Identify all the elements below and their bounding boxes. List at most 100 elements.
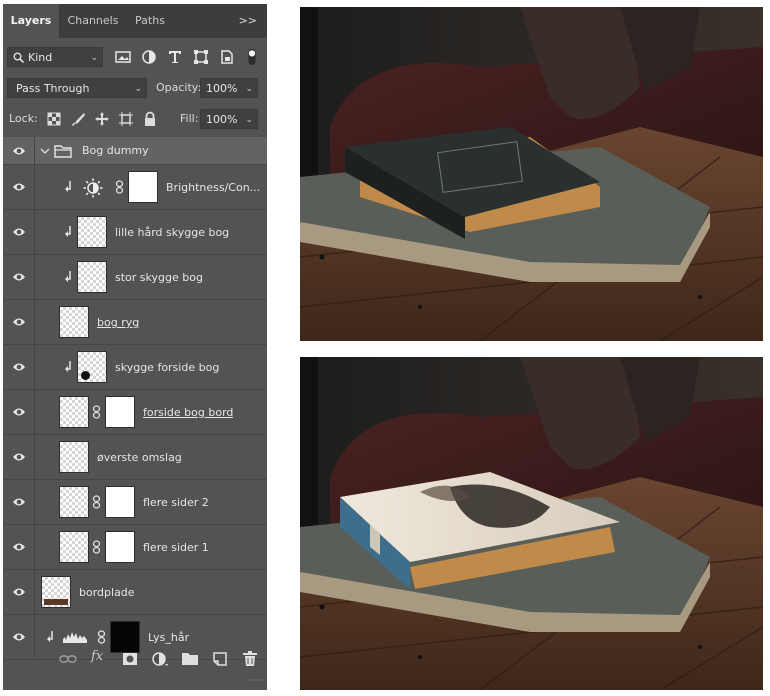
visibility-toggle[interactable]	[3, 255, 35, 299]
layers-bottom-toolbar: fx	[3, 644, 267, 674]
type-filter-icon[interactable]	[166, 48, 184, 66]
layer-thumbnail[interactable]	[77, 261, 107, 293]
eye-icon	[13, 273, 25, 281]
new-adjustment-icon[interactable]	[151, 651, 169, 667]
filter-kind-dropdown[interactable]: Kind ⌄	[7, 47, 103, 67]
eye-icon	[13, 183, 25, 191]
search-icon	[13, 52, 24, 63]
visibility-toggle[interactable]	[3, 435, 35, 479]
layer-name: flere sider 1	[143, 541, 209, 554]
clip-arrow-icon	[65, 226, 71, 237]
resize-grip[interactable]	[241, 677, 267, 683]
layer-overste-omslag[interactable]: øverste omslag	[3, 435, 267, 480]
visibility-toggle[interactable]	[3, 137, 35, 164]
tab-layers[interactable]: Layers	[3, 4, 59, 38]
layer-thumbnail[interactable]	[59, 531, 89, 563]
clip-arrow-icon	[65, 271, 71, 282]
delete-layer-icon[interactable]	[241, 651, 259, 667]
eye-icon	[13, 147, 25, 154]
panel-menu-button[interactable]: >>	[239, 4, 257, 38]
tab-paths[interactable]: Paths	[127, 4, 173, 38]
new-layer-icon[interactable]	[211, 651, 229, 667]
lock-all-icon[interactable]	[142, 111, 158, 127]
clip-arrow-icon	[65, 181, 71, 192]
lock-image-icon[interactable]	[70, 111, 86, 127]
visibility-toggle[interactable]	[3, 390, 35, 434]
layer-list: Bog dummy Brightness/Con... lille hård s…	[3, 137, 267, 660]
layer-thumbnail[interactable]	[77, 351, 107, 383]
link-layers-icon[interactable]	[59, 651, 77, 667]
smart-object-filter-icon[interactable]	[218, 48, 236, 66]
mask-thumbnail[interactable]	[128, 171, 158, 203]
layer-bordplade[interactable]: bordplade	[3, 570, 267, 615]
link-icon[interactable]	[97, 630, 106, 644]
layer-name: skygge forside bog	[115, 361, 220, 374]
opacity-label: Opacity:	[156, 81, 202, 94]
layer-thumbnail[interactable]	[59, 486, 89, 518]
chevron-down-icon: ⌄	[90, 53, 98, 63]
layer-group-bog-dummy[interactable]: Bog dummy	[3, 137, 267, 165]
mask-thumbnail[interactable]	[105, 531, 135, 563]
link-icon[interactable]	[115, 180, 124, 194]
layer-thumbnail[interactable]	[59, 306, 89, 338]
lock-label: Lock:	[9, 112, 38, 125]
layer-flere-sider-2[interactable]: flere sider 2	[3, 480, 267, 525]
eye-icon	[13, 318, 25, 326]
lock-position-icon[interactable]	[94, 111, 110, 127]
image-filter-icon[interactable]	[114, 48, 132, 66]
visibility-toggle[interactable]	[3, 300, 35, 344]
layer-name: Bog dummy	[82, 144, 149, 157]
layer-name: lille hård skygge bog	[115, 226, 230, 239]
fx-icon[interactable]: fx	[91, 649, 103, 664]
layer-name: stor skygge bog	[115, 271, 203, 284]
visibility-toggle[interactable]	[3, 345, 35, 389]
lock-row: Lock: Fill: 100% ⌄	[3, 108, 267, 132]
mask-thumbnail[interactable]	[105, 486, 135, 518]
mask-thumbnail[interactable]	[105, 396, 135, 428]
lock-artboard-icon[interactable]	[118, 111, 134, 127]
photo-before	[300, 7, 763, 341]
chevron-down-icon[interactable]	[40, 146, 50, 156]
layer-forside-bog-bord[interactable]: forside bog bord	[3, 390, 267, 435]
chevron-down-icon: ⌄	[245, 115, 253, 125]
lock-transparent-icon[interactable]	[46, 111, 62, 127]
filter-row: Kind ⌄	[3, 44, 267, 70]
layer-name: bordplade	[79, 586, 135, 599]
eye-icon	[13, 498, 25, 506]
tab-channels[interactable]: Channels	[59, 4, 127, 38]
link-icon[interactable]	[92, 405, 101, 419]
adjustment-filter-icon[interactable]	[140, 48, 158, 66]
layer-stor-skygge-bog[interactable]: stor skygge bog	[3, 255, 267, 300]
shape-filter-icon[interactable]	[192, 48, 210, 66]
visibility-toggle[interactable]	[3, 210, 35, 254]
layer-name: øverste omslag	[97, 451, 182, 464]
visibility-toggle[interactable]	[3, 165, 35, 209]
layer-name: Brightness/Con...	[166, 181, 261, 194]
link-icon[interactable]	[92, 495, 101, 509]
layer-lille-hard-skygge-bog[interactable]: lille hård skygge bog	[3, 210, 267, 255]
panel-tabs: Layers Channels Paths >>	[3, 4, 267, 38]
layer-thumbnail[interactable]	[59, 396, 89, 428]
book-on-table-after-image	[300, 357, 763, 690]
link-icon[interactable]	[92, 540, 101, 554]
new-group-icon[interactable]	[181, 651, 199, 667]
layer-thumbnail[interactable]	[41, 576, 71, 608]
clip-arrow-icon	[65, 361, 71, 372]
layer-flere-sider-1[interactable]: flere sider 1	[3, 525, 267, 570]
visibility-toggle[interactable]	[3, 570, 35, 614]
layer-name: flere sider 2	[143, 496, 209, 509]
filter-toggle-icon[interactable]	[246, 48, 258, 66]
blend-mode-dropdown[interactable]: Pass Through ⌄	[7, 78, 147, 98]
layer-bog-ryg[interactable]: bog ryg	[3, 300, 267, 345]
visibility-toggle[interactable]	[3, 480, 35, 524]
opacity-field[interactable]: 100% ⌄	[200, 78, 258, 98]
blend-mode-value: Pass Through	[16, 82, 90, 95]
visibility-toggle[interactable]	[3, 525, 35, 569]
fill-field[interactable]: 100% ⌄	[200, 109, 258, 129]
layer-thumbnail[interactable]	[77, 216, 107, 248]
layer-brightness-contrast[interactable]: Brightness/Con...	[3, 165, 267, 210]
layer-skygge-forside-bog[interactable]: skygge forside bog	[3, 345, 267, 390]
layer-thumbnail[interactable]	[59, 441, 89, 473]
add-mask-icon[interactable]	[121, 651, 139, 667]
eye-icon	[13, 543, 25, 551]
